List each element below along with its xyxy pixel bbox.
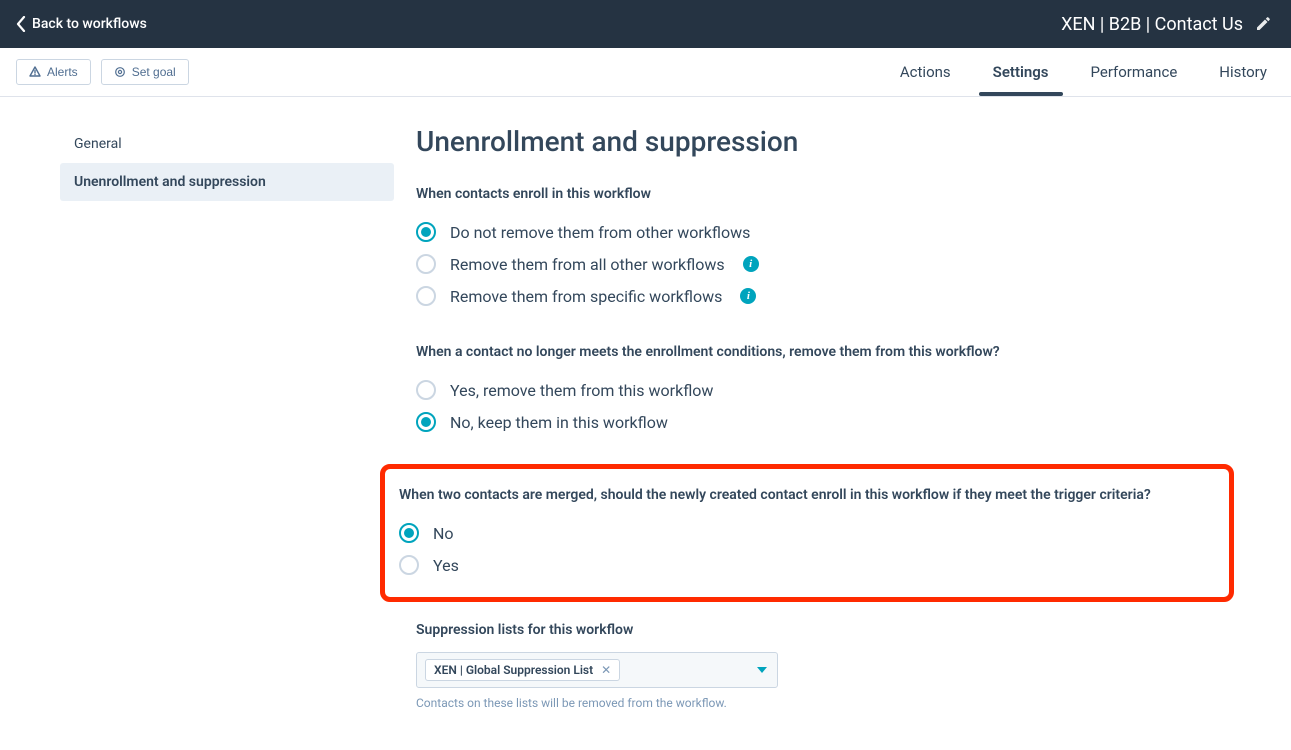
toolbar-left: Alerts Set goal <box>16 59 189 85</box>
radio-icon <box>416 254 436 274</box>
main: Unenrollment and suppression When contac… <box>394 125 1214 710</box>
alerts-label: Alerts <box>47 65 78 79</box>
radio-label: Remove them from specific workflows <box>450 287 722 306</box>
alert-icon <box>29 66 41 78</box>
tab-performance[interactable]: Performance <box>1091 49 1178 95</box>
suppression-help-text: Contacts on these lists will be removed … <box>416 696 1214 710</box>
sidebar-item-unenrollment[interactable]: Unenrollment and suppression <box>60 163 394 201</box>
radio-icon <box>416 380 436 400</box>
nlm-option-no[interactable]: No, keep them in this workflow <box>416 406 1214 438</box>
radio-label: Yes, remove them from this workflow <box>450 381 713 400</box>
info-icon[interactable]: i <box>743 256 759 272</box>
enroll-label: When contacts enroll in this workflow <box>416 186 1214 202</box>
radio-label: Yes <box>433 556 459 575</box>
content: General Unenrollment and suppression Une… <box>0 97 1291 750</box>
info-icon[interactable]: i <box>740 288 756 304</box>
merged-radio-group: No Yes <box>399 517 1213 581</box>
tab-history[interactable]: History <box>1219 49 1267 95</box>
radio-icon <box>399 555 419 575</box>
chip-label: XEN | Global Suppression List <box>434 663 593 677</box>
alerts-button[interactable]: Alerts <box>16 59 91 85</box>
no-longer-meets-radio-group: Yes, remove them from this workflow No, … <box>416 374 1214 438</box>
workflow-title: XEN | B2B | Contact Us <box>1061 14 1243 35</box>
tab-settings[interactable]: Settings <box>993 49 1049 95</box>
merged-highlight-box: When two contacts are merged, should the… <box>380 464 1234 602</box>
radio-label: Remove them from all other workflows <box>450 255 725 274</box>
top-bar: Back to workflows XEN | B2B | Contact Us <box>0 0 1291 48</box>
back-to-workflows-link[interactable]: Back to workflows <box>16 16 147 32</box>
tabs: Actions Settings Performance History <box>900 49 1267 95</box>
suppression-list-select[interactable]: XEN | Global Suppression List ✕ <box>416 652 778 688</box>
section-no-longer-meets: When a contact no longer meets the enrol… <box>416 344 1214 438</box>
chevron-down-icon <box>757 667 767 673</box>
suppression-label: Suppression lists for this workflow <box>416 622 1214 638</box>
enroll-radio-group: Do not remove them from other workflows … <box>416 216 1214 312</box>
set-goal-label: Set goal <box>132 65 176 79</box>
sidebar-item-general[interactable]: General <box>60 125 394 163</box>
chip-remove-icon[interactable]: ✕ <box>601 663 611 677</box>
suppression-chip: XEN | Global Suppression List ✕ <box>425 659 620 681</box>
merged-label: When two contacts are merged, should the… <box>399 487 1213 503</box>
radio-label: No, keep them in this workflow <box>450 413 668 432</box>
radio-label: No <box>433 524 454 543</box>
radio-icon <box>416 286 436 306</box>
no-longer-meets-label: When a contact no longer meets the enrol… <box>416 344 1214 360</box>
back-label: Back to workflows <box>32 16 147 32</box>
enroll-option-remove-specific[interactable]: Remove them from specific workflows i <box>416 280 1214 312</box>
section-enroll: When contacts enroll in this workflow Do… <box>416 186 1214 312</box>
enroll-option-remove-all[interactable]: Remove them from all other workflows i <box>416 248 1214 280</box>
page-title: Unenrollment and suppression <box>416 125 1214 158</box>
enroll-option-do-not-remove[interactable]: Do not remove them from other workflows <box>416 216 1214 248</box>
radio-label: Do not remove them from other workflows <box>450 223 750 242</box>
workflow-title-area: XEN | B2B | Contact Us <box>1061 14 1271 35</box>
set-goal-button[interactable]: Set goal <box>101 59 189 85</box>
target-icon <box>114 66 126 78</box>
sidebar: General Unenrollment and suppression <box>60 125 394 710</box>
radio-icon <box>416 222 436 242</box>
merged-option-yes[interactable]: Yes <box>399 549 1213 581</box>
tab-actions[interactable]: Actions <box>900 49 951 95</box>
radio-icon <box>399 523 419 543</box>
pencil-icon[interactable] <box>1255 16 1271 32</box>
chevron-left-icon <box>16 16 26 32</box>
section-suppression: Suppression lists for this workflow XEN … <box>416 622 1214 710</box>
merged-option-no[interactable]: No <box>399 517 1213 549</box>
nlm-option-yes[interactable]: Yes, remove them from this workflow <box>416 374 1214 406</box>
toolbar: Alerts Set goal Actions Settings Perform… <box>0 48 1291 97</box>
radio-icon <box>416 412 436 432</box>
